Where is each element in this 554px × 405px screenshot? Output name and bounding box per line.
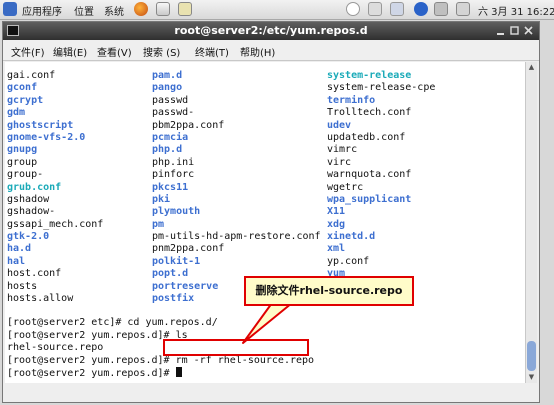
annotation-callout: 删除文件rhel-source.repo bbox=[244, 276, 414, 306]
command-highlight-box bbox=[163, 339, 309, 356]
